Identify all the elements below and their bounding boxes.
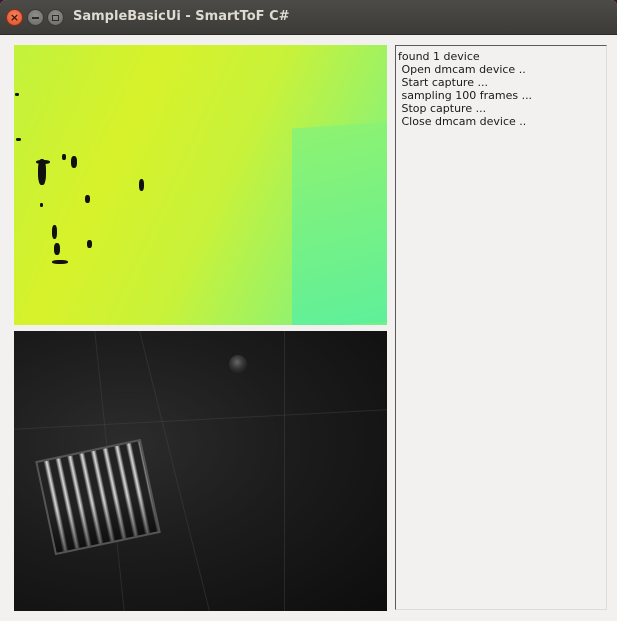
depth-invalid-pixel	[62, 154, 66, 160]
log-line: sampling 100 frames ...	[398, 89, 533, 102]
depth-invalid-pixel	[71, 156, 77, 168]
depth-invalid-pixel	[36, 160, 50, 164]
maximize-window-button[interactable]	[47, 9, 64, 26]
log-line: Stop capture ...	[398, 102, 487, 115]
app-window: × SampleBasicUi - SmartToF C# found 1 de…	[0, 0, 617, 621]
log-output-textbox[interactable]: found 1 device Open dmcam device .. Star…	[395, 45, 607, 610]
ceiling-lamp	[35, 438, 161, 556]
depth-invalid-pixel	[52, 225, 57, 239]
close-window-button[interactable]: ×	[6, 9, 23, 26]
depth-invalid-pixel	[87, 240, 92, 248]
close-icon: ×	[9, 11, 20, 24]
window-title: SampleBasicUi - SmartToF C#	[73, 9, 290, 24]
depth-invalid-pixel	[52, 260, 68, 264]
amplitude-image-view	[14, 331, 387, 611]
depth-invalid-pixel	[85, 195, 90, 203]
depth-invalid-pixel	[139, 179, 144, 191]
depth-invalid-pixel	[54, 243, 60, 255]
maximize-icon	[52, 14, 59, 21]
depth-invalid-pixel	[40, 203, 43, 207]
ceiling-tile-seam	[284, 331, 285, 611]
log-line: Open dmcam device ..	[398, 63, 526, 76]
ceiling-sensor	[229, 355, 247, 373]
depth-image-view	[14, 45, 387, 325]
depth-invalid-pixel	[15, 93, 19, 96]
log-line: Start capture ...	[398, 76, 488, 89]
depth-far-plane	[292, 121, 387, 325]
ceiling-tile-seam	[14, 409, 387, 430]
ceiling-tile-seam	[139, 331, 210, 611]
depth-invalid-pixel	[16, 138, 21, 141]
title-bar[interactable]: × SampleBasicUi - SmartToF C#	[0, 0, 617, 35]
minimize-window-button[interactable]	[27, 9, 44, 26]
minimize-icon	[32, 16, 39, 19]
log-line: found 1 device	[398, 50, 480, 63]
log-line: Close dmcam device ..	[398, 115, 527, 128]
